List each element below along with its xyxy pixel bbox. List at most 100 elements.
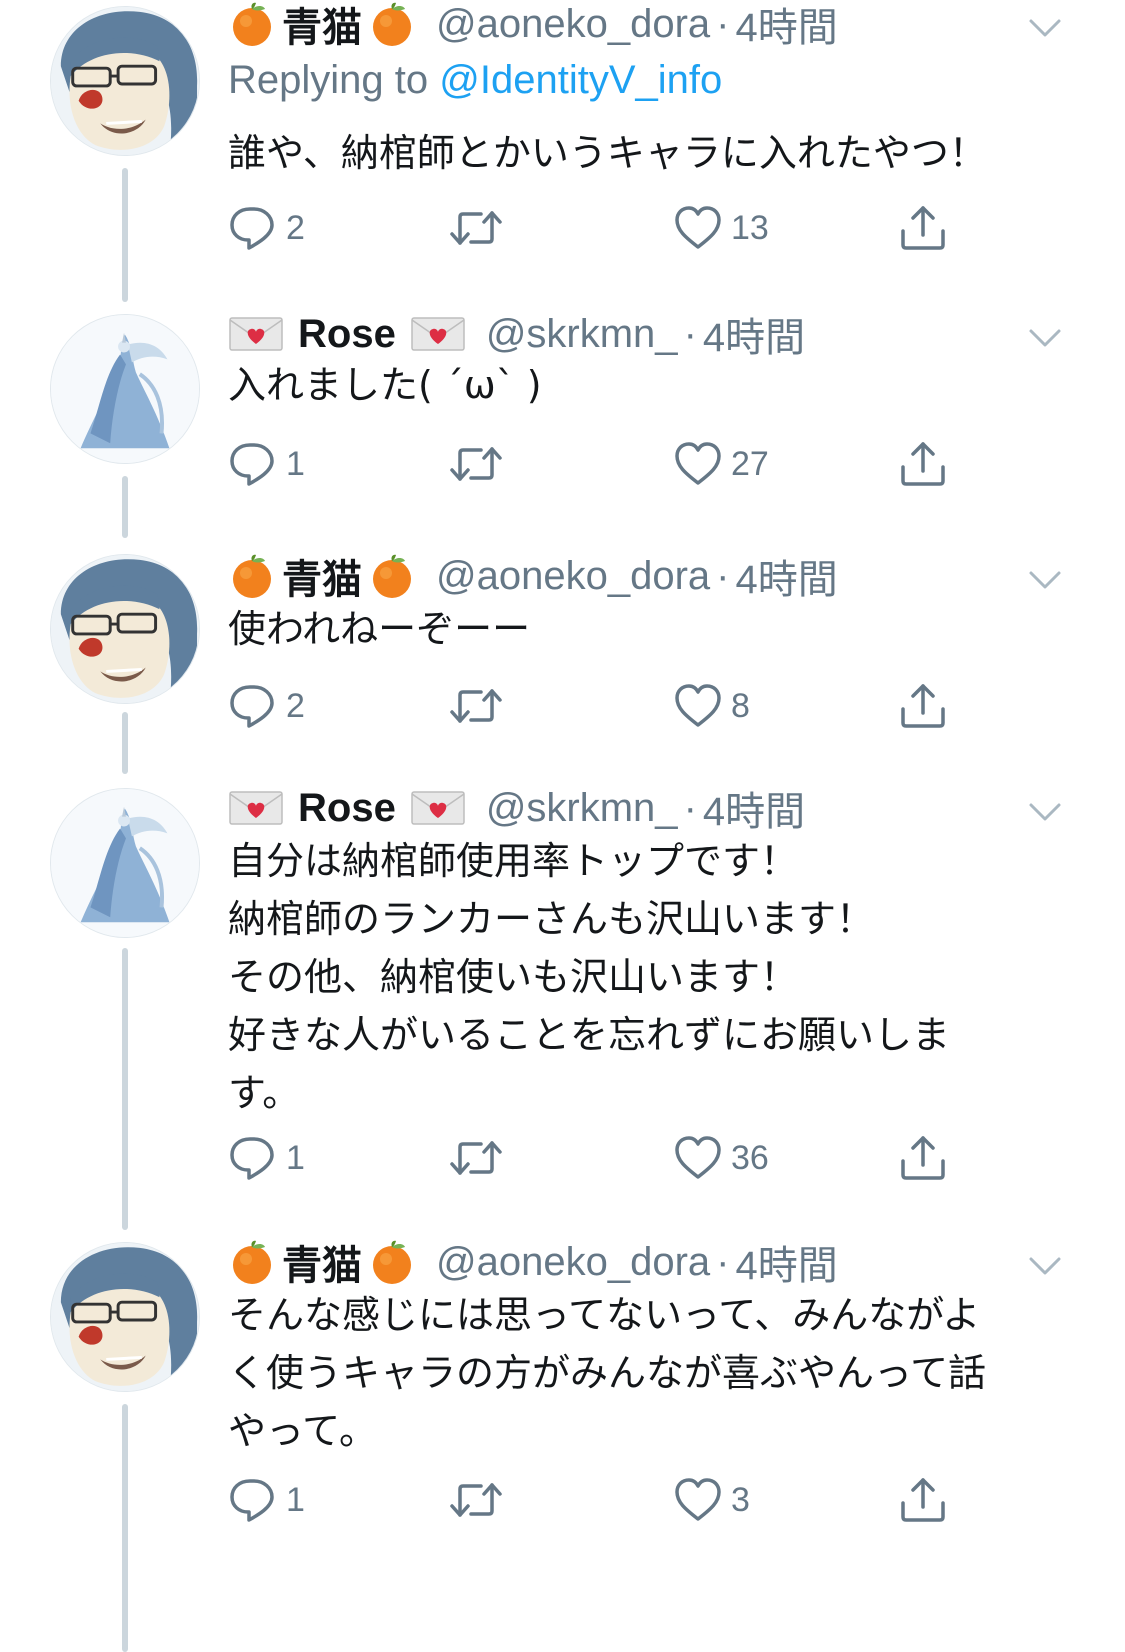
tweet[interactable]: 青猫 @aoneko_dora · 4時間 使われねーぞーー 2 8 bbox=[0, 548, 1125, 778]
retweet-button[interactable] bbox=[448, 1130, 504, 1186]
avatar[interactable] bbox=[50, 314, 200, 464]
chevron-down-icon[interactable] bbox=[1025, 322, 1065, 354]
avatar-image-aoneko bbox=[51, 1243, 199, 1391]
avatar[interactable] bbox=[50, 554, 200, 704]
avatar[interactable] bbox=[50, 788, 200, 938]
like-button[interactable]: 36 bbox=[673, 1130, 769, 1186]
share-button[interactable] bbox=[898, 436, 948, 492]
reply-icon bbox=[228, 1475, 278, 1525]
chevron-down-icon[interactable] bbox=[1025, 1250, 1065, 1282]
separator-dot: · bbox=[683, 311, 697, 356]
timestamp[interactable]: 4時間 bbox=[735, 0, 837, 53]
timestamp[interactable]: 4時間 bbox=[735, 547, 837, 605]
share-icon bbox=[898, 1475, 948, 1525]
separator-dot: · bbox=[716, 1, 730, 46]
author-handle[interactable]: @aoneko_dora bbox=[436, 2, 710, 47]
retweet-icon bbox=[448, 439, 504, 489]
reply-button[interactable]: 1 bbox=[228, 1472, 305, 1528]
heart-icon bbox=[673, 1475, 723, 1525]
retweet-button[interactable] bbox=[448, 678, 504, 734]
retweet-icon bbox=[448, 681, 504, 731]
author-handle[interactable]: @aoneko_dora bbox=[436, 1240, 710, 1285]
reply-count: 2 bbox=[286, 208, 305, 247]
share-button[interactable] bbox=[898, 1130, 948, 1186]
avatar[interactable] bbox=[50, 1242, 200, 1392]
author-handle[interactable]: @skrkmn_ bbox=[486, 786, 678, 831]
avatar[interactable] bbox=[50, 6, 200, 156]
timestamp[interactable]: 4時間 bbox=[735, 1233, 837, 1291]
share-icon bbox=[898, 1133, 948, 1183]
reply-button[interactable]: 1 bbox=[228, 1130, 305, 1186]
tweet-header: 青猫 @aoneko_dora · 4時間 bbox=[228, 1234, 838, 1290]
like-count: 27 bbox=[731, 444, 769, 483]
orange-icon bbox=[228, 0, 276, 48]
author-handle[interactable]: @aoneko_dora bbox=[436, 554, 710, 599]
tweet-text: 使われねーぞーー bbox=[228, 607, 531, 651]
like-button[interactable]: 3 bbox=[673, 1472, 750, 1528]
tweet-actions: 2 8 bbox=[228, 678, 948, 734]
tweet-actions: 2 13 bbox=[228, 200, 948, 256]
orange-icon bbox=[228, 552, 276, 600]
chevron-down-icon[interactable] bbox=[1025, 12, 1065, 44]
chevron-down-icon[interactable] bbox=[1025, 564, 1065, 596]
tweet-header: Rose @skrkmn_ · 4時間 bbox=[228, 780, 805, 836]
tweet-actions: 1 36 bbox=[228, 1130, 948, 1186]
timestamp[interactable]: 4時間 bbox=[703, 779, 805, 837]
replying-to: Replying to @IdentityV_info bbox=[228, 58, 722, 103]
retweet-button[interactable] bbox=[448, 1472, 504, 1528]
love-letter-icon bbox=[228, 788, 284, 828]
reply-button[interactable]: 1 bbox=[228, 436, 305, 492]
like-button[interactable]: 27 bbox=[673, 436, 769, 492]
orange-icon bbox=[228, 1238, 276, 1286]
like-count: 3 bbox=[731, 1480, 750, 1519]
share-icon bbox=[898, 203, 948, 253]
reply-button[interactable]: 2 bbox=[228, 200, 305, 256]
like-count: 8 bbox=[731, 686, 750, 725]
tweet-actions: 1 3 bbox=[228, 1472, 948, 1528]
share-button[interactable] bbox=[898, 678, 948, 734]
replying-to-mention[interactable]: @IdentityV_info bbox=[439, 58, 722, 102]
tweet[interactable]: Rose @skrkmn_ · 4時間 自分は納棺師使用率トップです！ 納棺師の… bbox=[0, 784, 1125, 1224]
author-name[interactable]: 青猫 bbox=[228, 1233, 416, 1291]
retweet-icon bbox=[448, 1133, 504, 1183]
share-button[interactable] bbox=[898, 200, 948, 256]
tweet[interactable]: Rose @skrkmn_ · 4時間 入れました( ˊωˋ ) 1 27 bbox=[0, 306, 1125, 542]
retweet-button[interactable] bbox=[448, 436, 504, 492]
tweet-header: 青猫 @aoneko_dora · 4時間 bbox=[228, 548, 838, 604]
separator-dot: · bbox=[716, 553, 730, 598]
love-letter-icon bbox=[228, 314, 284, 354]
retweet-icon bbox=[448, 1475, 504, 1525]
replying-to-label: Replying to bbox=[228, 58, 429, 102]
like-button[interactable]: 13 bbox=[673, 200, 769, 256]
share-icon bbox=[898, 439, 948, 489]
chevron-down-icon[interactable] bbox=[1025, 796, 1065, 828]
author-name[interactable]: 青猫 bbox=[228, 0, 416, 53]
share-button[interactable] bbox=[898, 1472, 948, 1528]
tweet-text: 自分は納棺師使用率トップです！ 納棺師のランカーさんも沢山います！ その他、納棺… bbox=[228, 839, 951, 1115]
timestamp[interactable]: 4時間 bbox=[703, 305, 805, 363]
retweet-button[interactable] bbox=[448, 200, 504, 256]
tweet-header: Rose @skrkmn_ · 4時間 bbox=[228, 306, 805, 362]
tweet-actions: 1 27 bbox=[228, 436, 948, 492]
like-count: 13 bbox=[731, 208, 769, 247]
reply-thread: 青猫 @aoneko_dora · 4時間 Replying to @Ident… bbox=[0, 0, 1125, 1652]
reply-count: 2 bbox=[286, 686, 305, 725]
tweet-text: 入れました( ˊωˋ ) bbox=[228, 363, 542, 407]
author-handle[interactable]: @skrkmn_ bbox=[486, 312, 678, 357]
orange-icon bbox=[368, 0, 416, 48]
reply-button[interactable]: 2 bbox=[228, 678, 305, 734]
reply-count: 1 bbox=[286, 1480, 305, 1519]
like-button[interactable]: 8 bbox=[673, 678, 750, 734]
tweet[interactable]: 青猫 @aoneko_dora · 4時間 そんな感じには思ってないって、みんな… bbox=[0, 1238, 1125, 1652]
reply-icon bbox=[228, 203, 278, 253]
author-name[interactable]: Rose bbox=[228, 312, 466, 357]
heart-icon bbox=[673, 681, 723, 731]
tweet-text: 誰や、納棺師とかいうキャラに入れたやつ！ bbox=[228, 131, 987, 175]
reply-icon bbox=[228, 439, 278, 489]
tweet[interactable]: 青猫 @aoneko_dora · 4時間 Replying to @Ident… bbox=[0, 0, 1125, 300]
author-name[interactable]: 青猫 bbox=[228, 547, 416, 605]
separator-dot: · bbox=[716, 1239, 730, 1284]
author-name[interactable]: Rose bbox=[228, 786, 466, 831]
reply-icon bbox=[228, 1133, 278, 1183]
love-letter-icon bbox=[410, 314, 466, 354]
